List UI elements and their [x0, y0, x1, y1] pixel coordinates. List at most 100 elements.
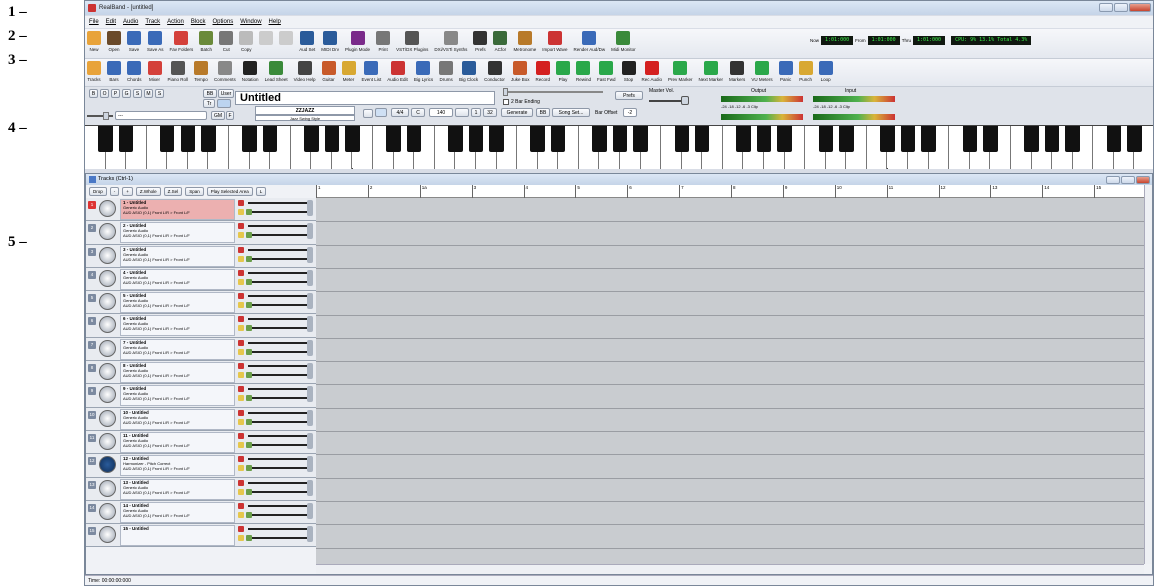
- tracks-minimize-button[interactable]: [1106, 176, 1120, 184]
- toolbar-button-punch[interactable]: Punch: [798, 61, 813, 82]
- audio-track-icon[interactable]: [99, 200, 116, 217]
- toolbar-button-loop[interactable]: Loop: [818, 61, 833, 82]
- track-volume-slider[interactable]: [248, 202, 308, 204]
- track-volume-slider[interactable]: [248, 434, 308, 437]
- toolbar-button-save-as[interactable]: Save As: [147, 31, 164, 52]
- prefs-button[interactable]: Prefs: [615, 91, 643, 100]
- style-check[interactable]: [363, 109, 373, 118]
- tracks-close-button[interactable]: [1136, 176, 1150, 184]
- track-row[interactable]: 14 14 - Untitled Generic Audio AUD ASIO (0,…: [86, 500, 316, 525]
- toolbar-button-next-marker[interactable]: Next Marker: [699, 61, 723, 82]
- track-info[interactable]: 4 - Untitled Generic Audio AUD ASIO (0,1) …: [120, 268, 235, 290]
- fx-button[interactable]: [238, 278, 244, 285]
- mute-button[interactable]: [238, 269, 244, 276]
- tempo-spin-button[interactable]: [455, 108, 469, 117]
- black-key[interactable]: [1065, 126, 1080, 152]
- menu-item-options[interactable]: Options: [213, 19, 234, 25]
- track-pan-slider[interactable]: [248, 443, 308, 446]
- solo-button[interactable]: [246, 372, 252, 379]
- track-knob[interactable]: [307, 293, 313, 310]
- track-volume-slider[interactable]: [248, 388, 308, 391]
- toolbar-button-tracks[interactable]: Tracks: [87, 61, 101, 82]
- track-knob[interactable]: [307, 502, 313, 519]
- close-button[interactable]: [1129, 3, 1151, 12]
- black-key[interactable]: [262, 126, 278, 152]
- bb2-button[interactable]: BB: [536, 108, 550, 117]
- solo-button[interactable]: [246, 255, 252, 262]
- black-key[interactable]: [386, 126, 401, 152]
- f-button[interactable]: F: [226, 111, 234, 120]
- volume-slider[interactable]: [87, 115, 113, 117]
- menu-item-window[interactable]: Window: [240, 19, 261, 25]
- horizontal-scrollbar[interactable]: [316, 564, 1144, 574]
- toolbar-button-audio-edit[interactable]: Audio Edit: [387, 61, 408, 82]
- tracks-toolbar-button-[interactable]: +: [122, 187, 133, 196]
- toolbar-button-metronome[interactable]: Metronome: [513, 31, 536, 52]
- black-key[interactable]: [983, 126, 998, 152]
- track-row[interactable]: 12 12 - Untitled Harmonizer - Pitch Correc…: [86, 454, 316, 478]
- solo-button[interactable]: [246, 325, 252, 332]
- track-row[interactable]: 2 2 - Untitled Generic Audio AUD ASIO (0,1)…: [86, 221, 316, 245]
- black-key[interactable]: [118, 126, 134, 152]
- toolbar-button-batch[interactable]: Batch: [199, 31, 214, 52]
- mode-button-b[interactable]: B: [89, 89, 98, 98]
- track-row[interactable]: 5 5 - Untitled Generic Audio AUD ASIO (0,1)…: [86, 291, 316, 315]
- black-key[interactable]: [880, 126, 895, 152]
- track-number[interactable]: 1: [88, 201, 96, 209]
- track-knob[interactable]: [307, 200, 313, 216]
- track-volume-slider[interactable]: [248, 248, 308, 251]
- toolbar-button-big-clock[interactable]: Big Clock: [459, 61, 478, 82]
- toolbar-button-vu-meters[interactable]: VU Meters: [751, 61, 773, 82]
- track-volume-slider[interactable]: [248, 318, 308, 321]
- track-row[interactable]: 10 10 - Untitled Generic Audio AUD ASIO (0,…: [86, 407, 316, 431]
- time-display[interactable]: 1:01:000: [821, 36, 854, 45]
- track-info[interactable]: 13 - Untitled Generic Audio AUD ASIO (0,1)…: [120, 478, 235, 500]
- black-key[interactable]: [1106, 126, 1122, 152]
- track-info[interactable]: 2 - Untitled Generic Audio AUD ASIO (0,1) …: [120, 222, 235, 244]
- toolbar-button-fast-fwd[interactable]: Fast Fwd: [597, 61, 616, 82]
- track-number[interactable]: 14: [88, 503, 96, 512]
- audio-track-icon[interactable]: [99, 502, 116, 520]
- black-key[interactable]: [592, 126, 607, 152]
- menu-item-audio[interactable]: Audio: [123, 19, 138, 25]
- track-volume-slider[interactable]: [248, 365, 308, 368]
- maximize-button[interactable]: [1114, 3, 1128, 12]
- key-field[interactable]: C: [411, 108, 425, 117]
- track-pan-slider[interactable]: [248, 211, 308, 213]
- toolbar-button-meter[interactable]: Meter: [341, 61, 356, 82]
- track-number[interactable]: 7: [88, 340, 96, 349]
- toolbar-button-bars[interactable]: Bars: [107, 61, 121, 82]
- track-number[interactable]: 10: [88, 410, 96, 419]
- menu-item-block[interactable]: Block: [191, 19, 206, 25]
- audio-track-icon[interactable]: [99, 479, 116, 497]
- black-key[interactable]: [962, 126, 977, 152]
- track-info[interactable]: 5 - Untitled Generic Audio AUD ASIO (0,1) …: [120, 292, 235, 314]
- track-pan-slider[interactable]: [248, 374, 308, 377]
- track-row[interactable]: 7 7 - Untitled Generic Audio AUD ASIO (0,1)…: [86, 337, 316, 362]
- mute-button[interactable]: [238, 409, 244, 416]
- track-volume-slider[interactable]: [248, 411, 308, 414]
- menu-item-file[interactable]: File: [89, 19, 99, 25]
- audio-track-icon[interactable]: [99, 409, 116, 427]
- vertical-scrollbar[interactable]: [1144, 185, 1152, 564]
- toolbar-button-markers[interactable]: Markers: [729, 61, 745, 82]
- song-set-button[interactable]: Song Set...: [552, 108, 590, 117]
- mute-button[interactable]: [238, 293, 244, 300]
- toolbar-button-juke-box[interactable]: Juke Box: [511, 61, 529, 82]
- track-row[interactable]: 3 3 - Untitled Generic Audio AUD ASIO (0,1)…: [86, 244, 316, 268]
- bar-offset-field[interactable]: -2: [623, 108, 637, 117]
- fx-button[interactable]: [238, 302, 244, 309]
- toolbar-button-chords[interactable]: Chords: [127, 61, 142, 82]
- tracks-toolbar-button-l[interactable]: L: [255, 187, 267, 196]
- track-pan-slider[interactable]: [248, 280, 308, 283]
- time-signature-field[interactable]: 4/4: [391, 108, 409, 117]
- mute-button[interactable]: [238, 502, 244, 509]
- track-knob[interactable]: [307, 432, 313, 449]
- track-number[interactable]: 13: [88, 480, 96, 489]
- track-info[interactable]: 15 - Untitled: [120, 525, 235, 547]
- track-row[interactable]: 11 11 - Untitled Generic Audio AUD ASIO (0,…: [86, 430, 316, 455]
- solo-button[interactable]: [246, 488, 252, 495]
- fx-button[interactable]: [238, 255, 244, 262]
- bar-ruler[interactable]: 1 2 1a 3 4 5 6 7 8 9 10 11 12 13 14 15: [316, 185, 1144, 198]
- solo-button[interactable]: [246, 348, 252, 355]
